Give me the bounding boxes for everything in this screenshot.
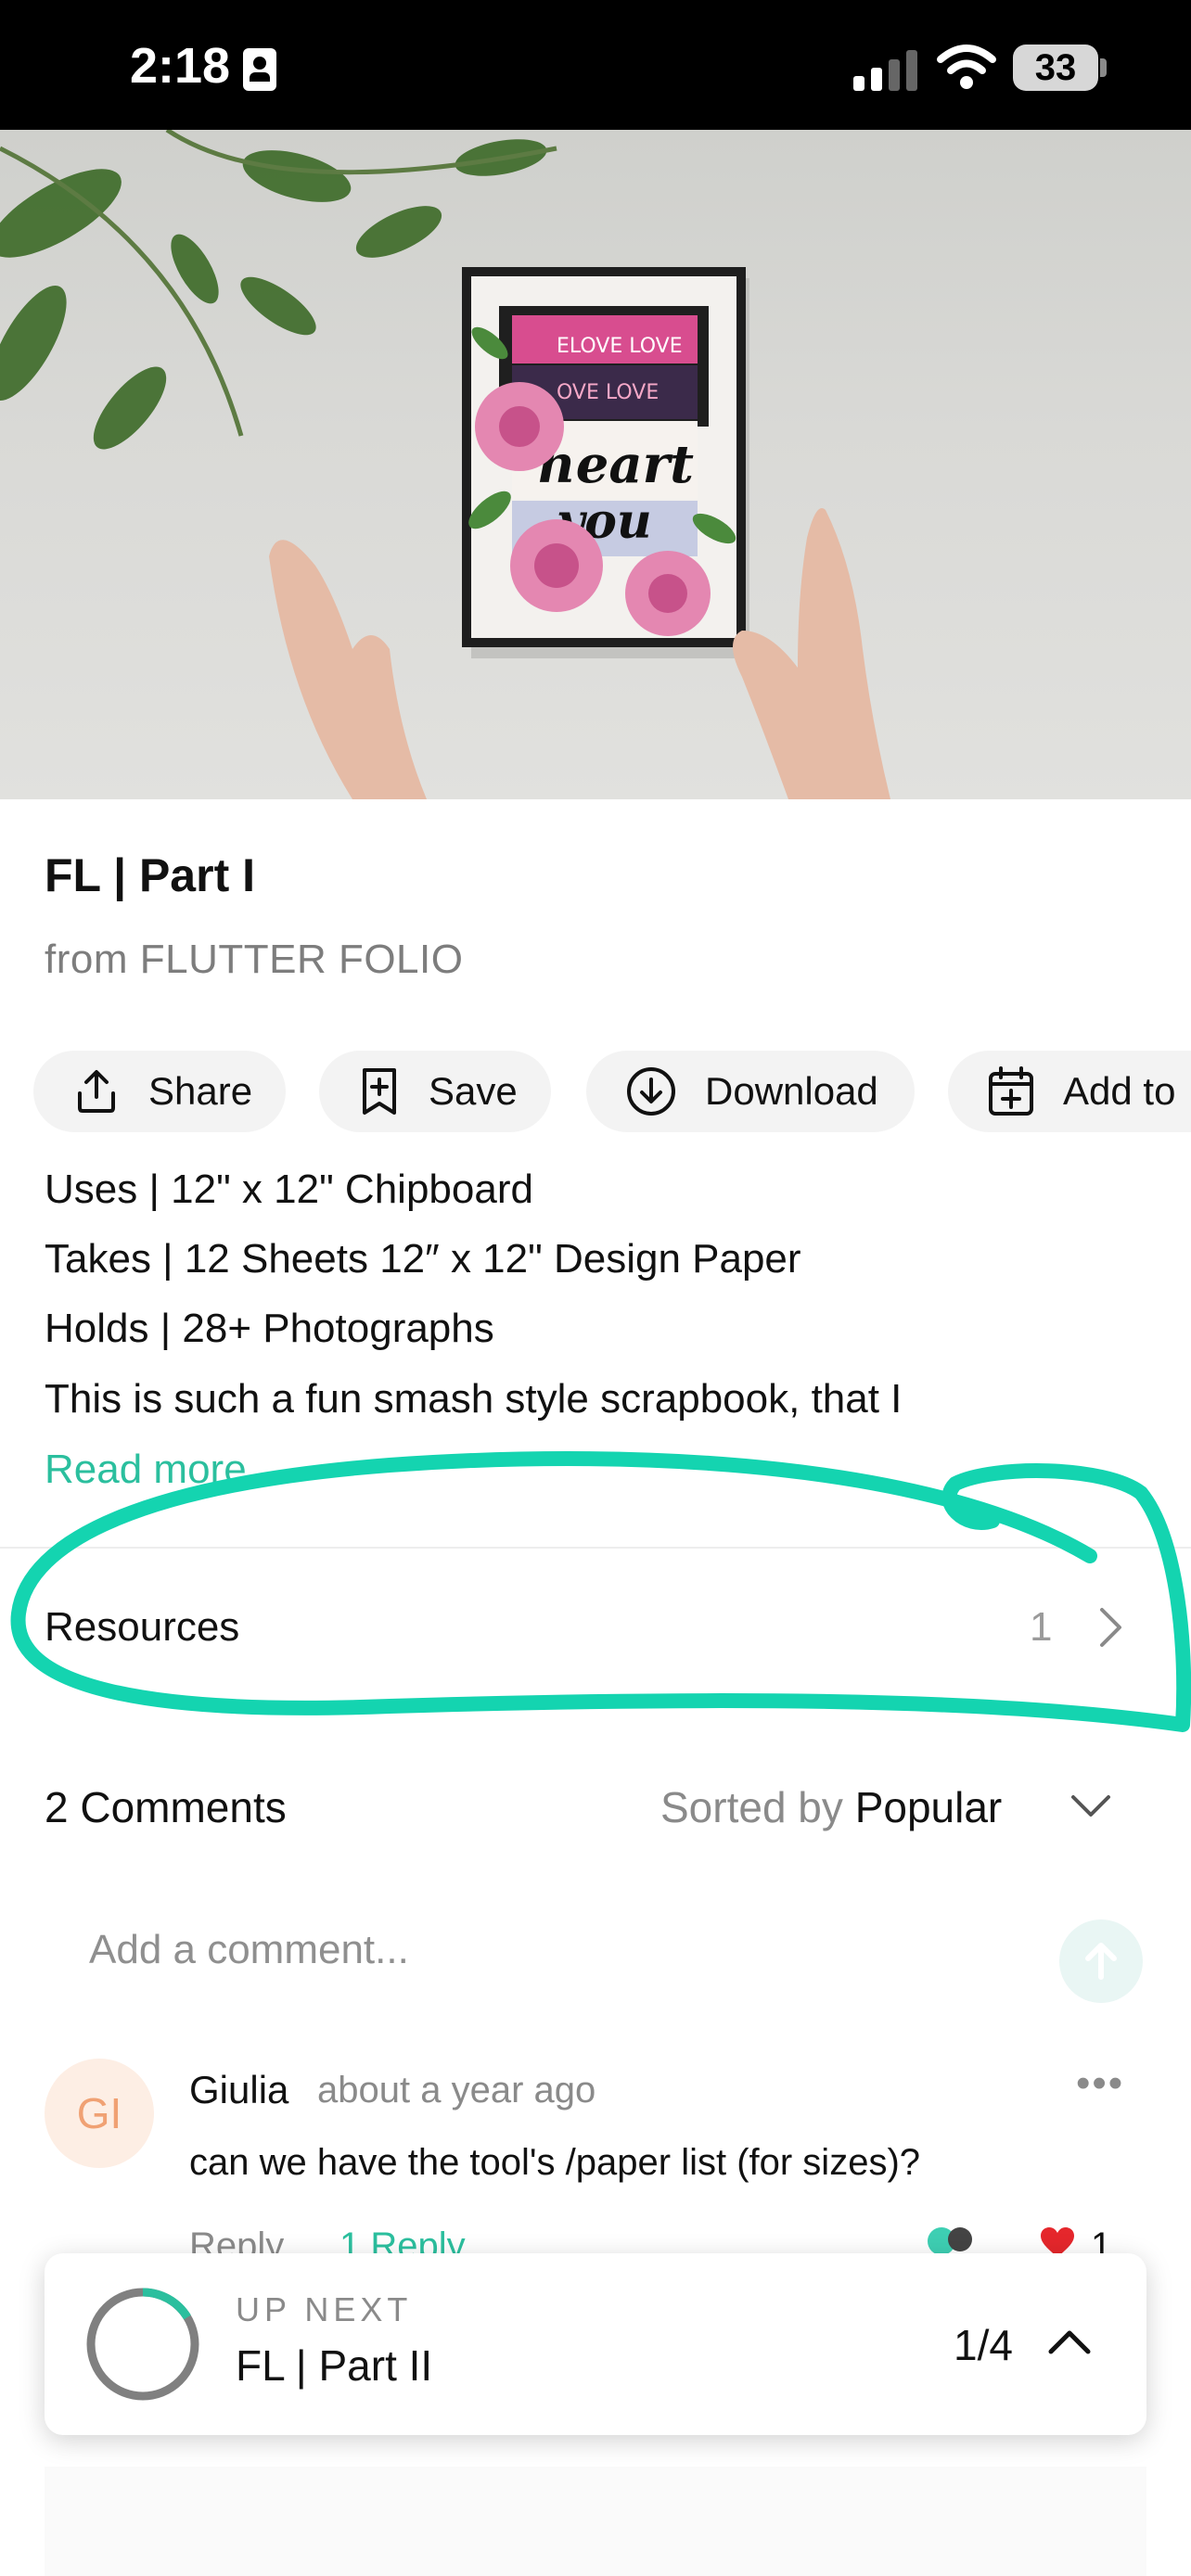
send-comment-button[interactable]: [1059, 1919, 1143, 2003]
chevron-down-icon[interactable]: [1069, 1790, 1113, 1821]
download-button[interactable]: Download: [586, 1051, 915, 1132]
comment-text: can we have the tool's /paper list (for …: [189, 2142, 921, 2183]
svg-text:OVE LOVE: OVE LOVE: [557, 381, 659, 404]
bottom-area: [45, 2467, 1146, 2576]
progress-ring-icon: [86, 2288, 199, 2401]
video-title: FL | Part I: [45, 849, 256, 901]
download-label: Download: [705, 1069, 878, 1113]
svg-text:heart: heart: [538, 434, 694, 495]
share-button[interactable]: Share: [33, 1051, 286, 1132]
up-next-label: UP NEXT: [236, 2290, 413, 2328]
battery-indicator: 33: [1013, 45, 1098, 91]
bookmark-add-icon: [363, 1068, 396, 1115]
download-icon: [627, 1067, 675, 1116]
cellular-signal-icon: [853, 48, 920, 91]
sorted-by-label: Sorted by: [660, 1783, 843, 1831]
save-button[interactable]: Save: [319, 1051, 551, 1132]
highlight-scribble: [10, 1451, 1191, 1732]
description-line: Uses | 12" x 12" Chipboard: [45, 1167, 533, 1212]
contact-card-icon: [243, 48, 276, 91]
status-time: 2:18: [130, 38, 231, 94]
comment-input[interactable]: Add a comment...: [89, 1927, 409, 1973]
description-line: This is such a fun smash style scrapbook…: [45, 1376, 903, 1422]
up-next-card[interactable]: UP NEXT FL | Part II 1/4: [45, 2253, 1146, 2435]
share-icon: [78, 1070, 115, 1113]
video-thumbnail[interactable]: ELOVE LOVE OVE LOVE heart you: [0, 130, 1191, 799]
add-to-label: Add to: [1063, 1069, 1176, 1113]
comment-timestamp: about a year ago: [317, 2070, 596, 2111]
description-line: Takes | 12 Sheets 12″ x 12" Design Paper: [45, 1236, 801, 1282]
battery-cap: [1100, 58, 1107, 77]
calendar-add-icon: [989, 1066, 1033, 1116]
playlist-progress: 1/4: [954, 2321, 1013, 2369]
sort-dropdown[interactable]: Sorted by Popular: [660, 1782, 1002, 1832]
add-to-button[interactable]: Add to: [948, 1051, 1191, 1132]
sort-value: Popular: [854, 1783, 1003, 1831]
more-options-icon[interactable]: •••: [1076, 2060, 1124, 2107]
status-bar: 2:18 33: [0, 0, 1191, 130]
reaction-avatar-icon: [948, 2227, 972, 2251]
svg-text:ELOVE LOVE: ELOVE LOVE: [557, 335, 683, 358]
comments-count: 2 Comments: [45, 1783, 287, 1831]
up-next-title: FL | Part II: [236, 2341, 433, 2390]
save-label: Save: [429, 1069, 518, 1113]
thumbnail-illustration: ELOVE LOVE OVE LOVE heart you: [0, 130, 890, 799]
wifi-icon: [937, 45, 996, 89]
comment-author[interactable]: Giulia: [189, 2068, 288, 2112]
chevron-up-icon[interactable]: [1046, 2326, 1093, 2359]
description-line: Holds | 28+ Photographs: [45, 1306, 494, 1351]
share-label: Share: [148, 1069, 253, 1113]
arrow-up-icon: [1085, 1943, 1117, 1980]
video-source[interactable]: from FLUTTER FOLIO: [45, 937, 463, 983]
avatar[interactable]: GI: [45, 2059, 154, 2168]
